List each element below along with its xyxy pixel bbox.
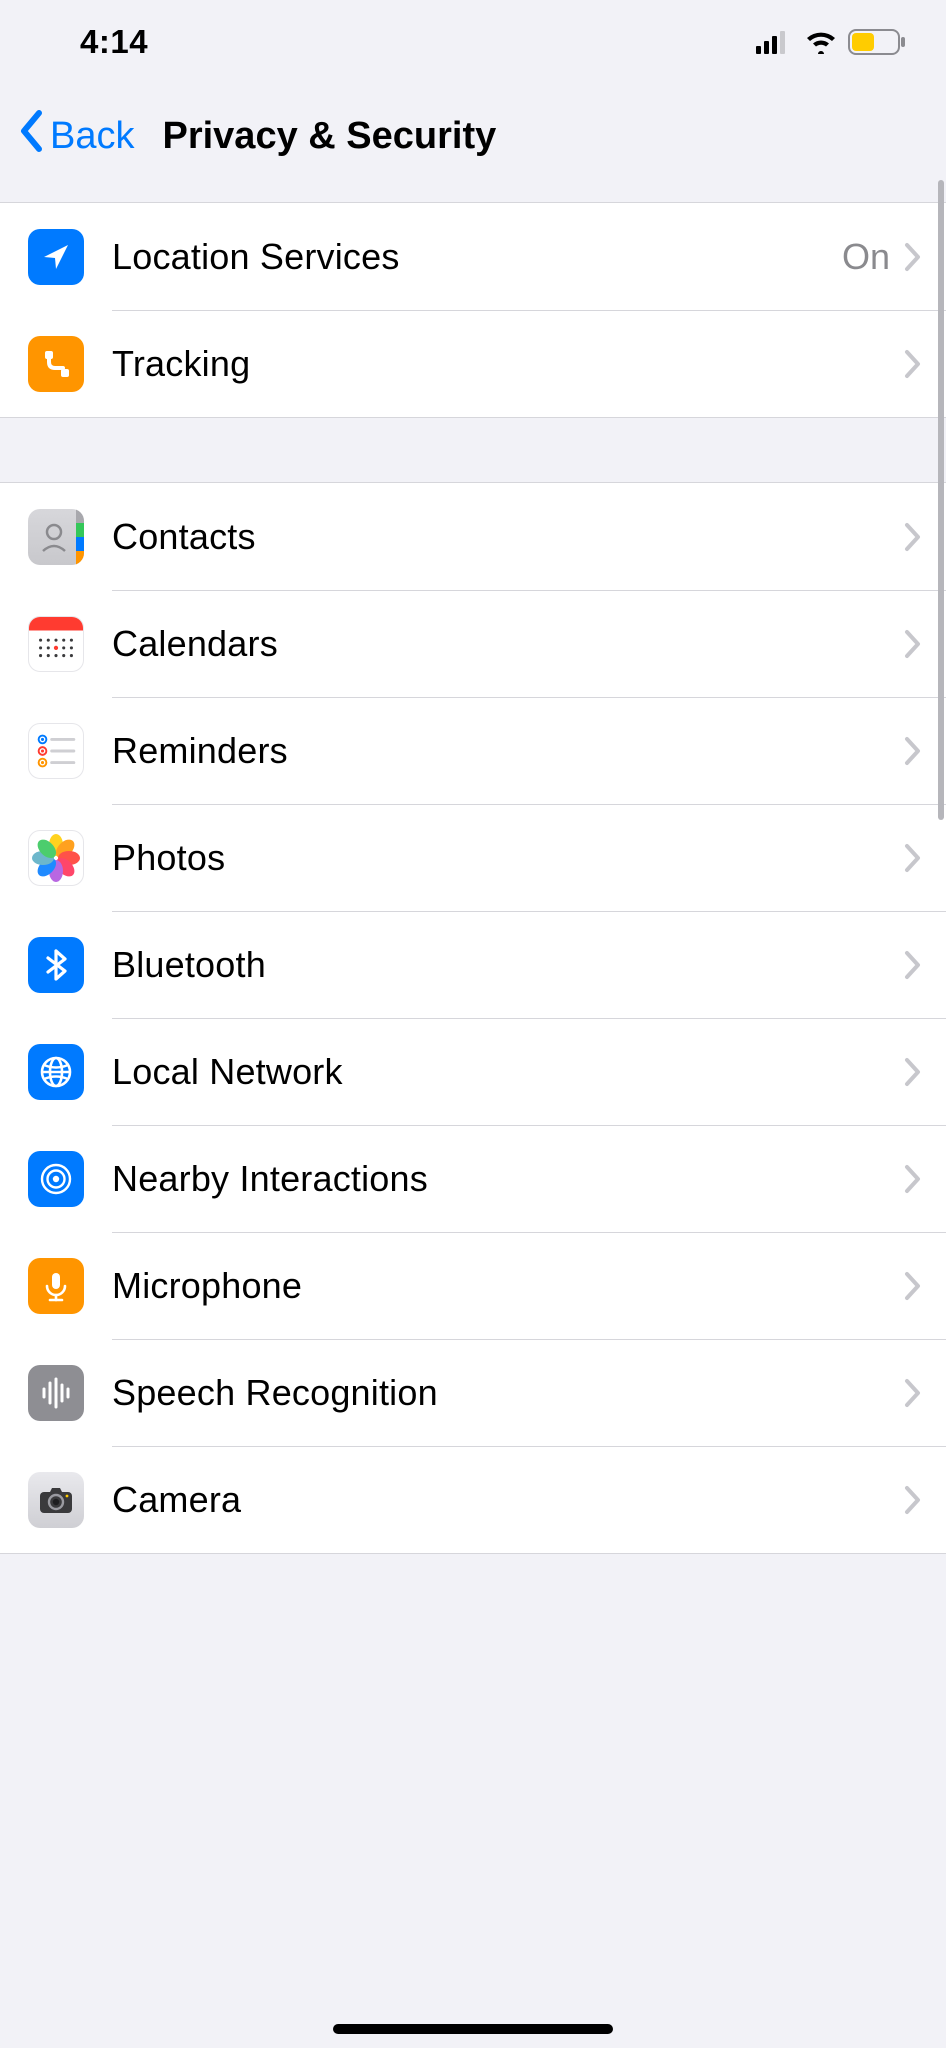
row-label: Nearby Interactions (112, 1158, 904, 1200)
row-label: Bluetooth (112, 944, 904, 986)
row-label: Contacts (112, 516, 904, 558)
row-bluetooth[interactable]: Bluetooth (0, 911, 946, 1018)
row-label: Camera (112, 1479, 904, 1521)
scroll-indicator (938, 180, 944, 820)
chevron-right-icon (904, 1164, 922, 1194)
status-bar: 4:14 (0, 0, 946, 84)
row-speech-recognition[interactable]: Speech Recognition (0, 1339, 946, 1446)
contacts-icon (28, 509, 84, 565)
row-label: Tracking (112, 343, 904, 385)
chevron-right-icon (904, 349, 922, 379)
chevron-right-icon (904, 1057, 922, 1087)
photos-icon (28, 830, 84, 886)
row-calendars[interactable]: Calendars (0, 590, 946, 697)
row-camera[interactable]: Camera (0, 1446, 946, 1553)
camera-icon (28, 1472, 84, 1528)
chevron-right-icon (904, 1271, 922, 1301)
row-label: Location Services (112, 236, 842, 278)
waveform-icon (28, 1365, 84, 1421)
row-value: On (842, 236, 890, 278)
wifi-icon (804, 30, 838, 54)
tracking-icon (28, 336, 84, 392)
reminders-icon (28, 723, 84, 779)
status-indicators (756, 29, 906, 55)
chevron-right-icon (904, 522, 922, 552)
row-label: Photos (112, 837, 904, 879)
settings-group: Location Services On Tracking (0, 202, 946, 418)
row-nearby-interactions[interactable]: Nearby Interactions (0, 1125, 946, 1232)
microphone-icon (28, 1258, 84, 1314)
row-photos[interactable]: Photos (0, 804, 946, 911)
settings-group: Contacts Calendars (0, 482, 946, 1554)
nav-bar: Back Privacy & Security (0, 84, 946, 188)
chevron-right-icon (904, 1378, 922, 1408)
bluetooth-icon (28, 937, 84, 993)
row-reminders[interactable]: Reminders (0, 697, 946, 804)
nearby-interactions-icon (28, 1151, 84, 1207)
chevron-right-icon (904, 242, 922, 272)
status-time: 4:14 (80, 23, 148, 61)
chevron-right-icon (904, 843, 922, 873)
chevron-right-icon (904, 950, 922, 980)
home-indicator[interactable] (333, 2024, 613, 2034)
back-button[interactable]: Back (18, 109, 134, 163)
row-tracking[interactable]: Tracking (0, 310, 946, 417)
battery-icon (848, 29, 906, 55)
chevron-right-icon (904, 629, 922, 659)
calendar-icon (28, 616, 84, 672)
chevron-right-icon (904, 1485, 922, 1515)
location-arrow-icon (28, 229, 84, 285)
back-label: Back (50, 115, 134, 158)
cellular-icon (756, 30, 794, 54)
row-label: Microphone (112, 1265, 904, 1307)
row-microphone[interactable]: Microphone (0, 1232, 946, 1339)
row-label: Calendars (112, 623, 904, 665)
row-label: Speech Recognition (112, 1372, 904, 1414)
page-title: Privacy & Security (162, 115, 496, 158)
globe-icon (28, 1044, 84, 1100)
chevron-left-icon (18, 109, 46, 163)
row-contacts[interactable]: Contacts (0, 483, 946, 590)
chevron-right-icon (904, 736, 922, 766)
row-label: Reminders (112, 730, 904, 772)
row-label: Local Network (112, 1051, 904, 1093)
row-local-network[interactable]: Local Network (0, 1018, 946, 1125)
row-location-services[interactable]: Location Services On (0, 203, 946, 310)
